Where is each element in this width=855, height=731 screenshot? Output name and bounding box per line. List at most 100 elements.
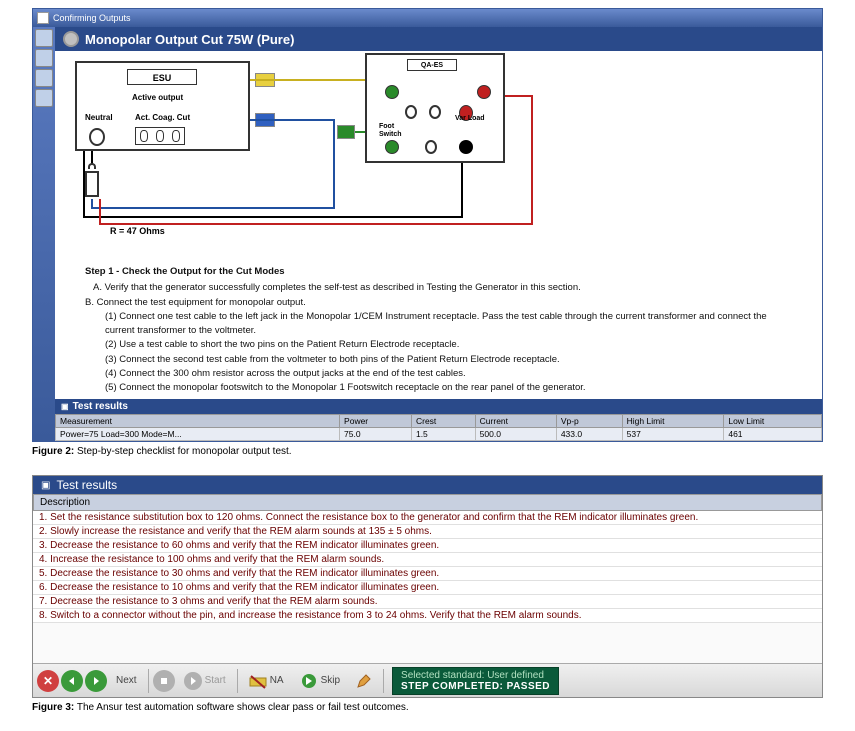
port-coag [156,130,164,142]
qaes-black-jack [459,140,473,154]
skip-button[interactable]: Skip [293,669,347,693]
description-header: Description [33,494,822,511]
list-item[interactable]: 2. Slowly increase the resistance and ve… [33,525,822,539]
list-item[interactable]: 8. Switch to a connector without the pin… [33,609,822,623]
wire-red-h [503,95,533,97]
resistor-lead [88,163,96,169]
collapse-icon-2: ▣ [41,480,50,491]
stop-button[interactable] [153,670,175,692]
cell-current: 500.0 [475,428,556,441]
side-toolbar [33,27,55,441]
bottom-toolbar: ✕ Next Start NA Skip [33,663,822,697]
col-low-limit: Low Limit [724,415,822,428]
figure2-caption-label: Figure 2: [32,446,74,457]
results2-title: Test results [56,478,117,492]
instruction-text: Step 1 - Check the Output for the Cut Mo… [55,261,822,399]
wire-red-h2 [99,223,533,225]
wire-blue-v2 [91,199,93,209]
col-measurement: Measurement [56,415,340,428]
next-button[interactable]: Next [109,672,144,689]
list-item[interactable]: 4. Increase the resistance to 100 ohms a… [33,553,822,567]
active-output-label: Active output [132,93,183,102]
wire-black-h [83,216,463,218]
results-header-row: Measurement Power Crest Current Vp-p Hig… [56,415,822,428]
play-icon [188,676,198,686]
na-icon [249,672,267,690]
col-crest: Crest [411,415,475,428]
step-a: A. Verify that the generator successfull… [93,281,792,295]
figure3-caption-text: The Ansur test automation software shows… [74,702,408,713]
content-area: Monopolar Output Cut 75W (Pure) ESU Acti… [33,27,822,441]
col-vpp: Vp-p [556,415,622,428]
toolbar-button-2[interactable] [35,49,53,67]
wire-blue-h2 [91,207,335,209]
toolbar-button-1[interactable] [35,29,53,47]
wire-black-v2 [461,163,463,218]
figure3-window: ▣ Test results Description 1. Set the re… [32,475,823,698]
na-button[interactable]: NA [242,669,291,693]
window-titlebar[interactable]: Confirming Outputs [33,9,822,27]
start-button[interactable]: Start [177,669,233,693]
list-item[interactable]: 1. Set the resistance substitution box t… [33,511,822,525]
cell-high: 537 [622,428,724,441]
wire-red-v2 [99,199,101,225]
stop-icon [159,676,169,686]
cell-vpp: 433.0 [556,428,622,441]
col-current: Current [475,415,556,428]
test-results-title: Test results [73,401,128,412]
qaes-green-jack-2 [385,140,399,154]
separator [237,669,238,693]
pencil-icon [356,673,372,689]
toolbar-button-3[interactable] [35,69,53,87]
port-cut [172,130,180,142]
output-ports [135,127,185,145]
esu-label: ESU [127,69,197,85]
qaes-label: QA-ES [407,59,457,71]
col-high-limit: High Limit [622,415,724,428]
skip-icon [300,672,318,690]
toolbar-button-4[interactable] [35,89,53,107]
collapse-icon: ▣ [61,402,69,411]
neutral-port [89,128,105,146]
list-item[interactable]: 5. Decrease the resistance to 30 ohms an… [33,567,822,581]
green-connector [337,125,355,139]
prev-button[interactable] [61,670,83,692]
window-title: Confirming Outputs [53,13,131,23]
description-list: 1. Set the resistance substitution box t… [33,511,822,623]
status-panel: Selected standard: User defined STEP COM… [392,667,559,695]
window-icon [37,12,49,24]
list-item[interactable]: 3. Decrease the resistance to 60 ohms an… [33,539,822,553]
next-circle-button[interactable] [85,670,107,692]
act-coag-cut-label: Act. Coag. Cut [135,113,190,122]
cell-crest: 1.5 [411,428,475,441]
wire-blue-v [333,119,335,209]
start-label: Start [205,675,226,686]
play-icon-bg [184,672,202,690]
cell-power: 75.0 [340,428,412,441]
step-b3: (3) Connect the second test cable from t… [105,353,792,367]
qaes-open-jack-3 [425,140,437,154]
skip-label: Skip [321,675,340,686]
port-act [140,130,148,142]
separator [148,669,149,693]
wiring-diagram: ESU Active output Neutral Act. Coag. Cut [55,51,822,261]
edit-button[interactable] [349,670,379,692]
cell-low: 461 [724,428,822,441]
figure2-window: Confirming Outputs Monopolar Output Cut … [32,8,823,442]
results2-header[interactable]: ▣ Test results [33,476,822,494]
step-b2: (2) Use a test cable to short the two pi… [105,338,792,352]
qaes-open-jack-2 [429,105,441,119]
separator [383,669,384,693]
arrow-left-icon [66,675,78,687]
var-load-label: Var Load [455,115,485,122]
list-item[interactable]: 6. Decrease the resistance to 10 ohms an… [33,581,822,595]
list-item[interactable]: 7. Decrease the resistance to 3 ohms and… [33,595,822,609]
results-data-row[interactable]: Power=75 Load=300 Mode=M... 75.0 1.5 500… [56,428,822,441]
abort-button[interactable]: ✕ [37,670,59,692]
resistor-label: R = 47 Ohms [110,226,165,236]
test-results-header[interactable]: ▣ Test results [55,399,822,414]
wire-yellow [250,79,380,81]
empty-list-area [33,623,822,663]
cell-measurement: Power=75 Load=300 Mode=M... [56,428,340,441]
step-b4: (4) Connect the 300 ohm resistor across … [105,367,792,381]
